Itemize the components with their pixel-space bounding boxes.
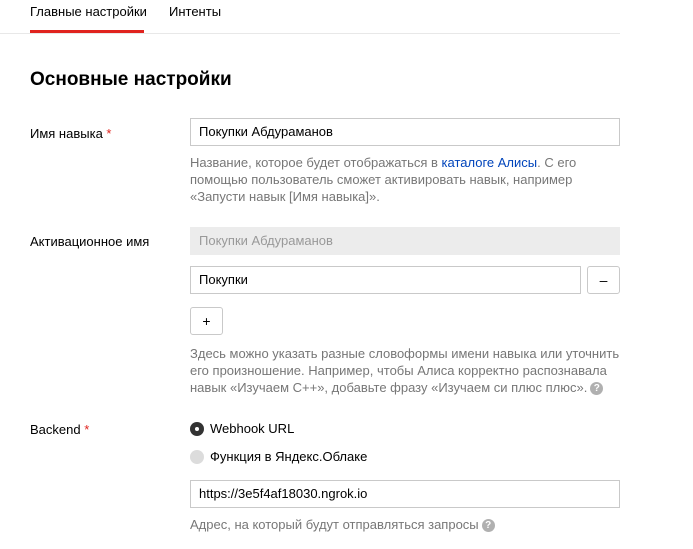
radio-webhook-label: Webhook URL	[210, 421, 295, 436]
help-icon[interactable]: ?	[590, 382, 604, 396]
active-tab-indicator	[30, 30, 144, 33]
catalog-link[interactable]: каталоге Алисы	[442, 155, 538, 170]
radio-function-label: Функция в Яндекс.Облаке	[210, 449, 368, 464]
tab-bar: Главные настройки Интенты	[0, 0, 620, 34]
radio-webhook-url[interactable]: Webhook URL	[190, 421, 294, 436]
webhook-url-input[interactable]: https://3e5f4af18030.ngrok.io	[190, 480, 620, 508]
activation-name-hint: Здесь можно указать разные словоформы им…	[190, 346, 620, 396]
activation-name-input[interactable]: Покупки	[190, 266, 581, 294]
skill-name-label: Имя навыка *	[30, 126, 112, 141]
tab-main-settings[interactable]: Главные настройки	[30, 4, 147, 19]
skill-name-hint: Название, которое будет отображаться в к…	[190, 155, 577, 204]
required-mark: *	[84, 422, 90, 437]
remove-activation-name-button[interactable]: –	[587, 266, 620, 294]
help-icon[interactable]: ?	[481, 519, 495, 533]
tab-intents[interactable]: Интенты	[169, 4, 221, 19]
radio-unchecked-icon	[190, 449, 204, 464]
webhook-url-hint: Адрес, на который будут отправляться зап…	[190, 516, 620, 533]
radio-yandex-cloud-function[interactable]: Функция в Яндекс.Облаке	[190, 449, 367, 464]
required-mark: *	[106, 126, 112, 141]
section-title: Основные настройки	[30, 69, 232, 90]
skill-name-input[interactable]: Покупки Абдураманов	[190, 118, 620, 146]
activation-name-label: Активационное имя	[30, 234, 150, 249]
backend-label: Backend *	[30, 422, 90, 437]
activation-name-default-input: Покупки Абдураманов	[190, 227, 620, 255]
add-activation-name-button[interactable]: +	[190, 307, 223, 335]
radio-checked-icon	[190, 421, 204, 436]
